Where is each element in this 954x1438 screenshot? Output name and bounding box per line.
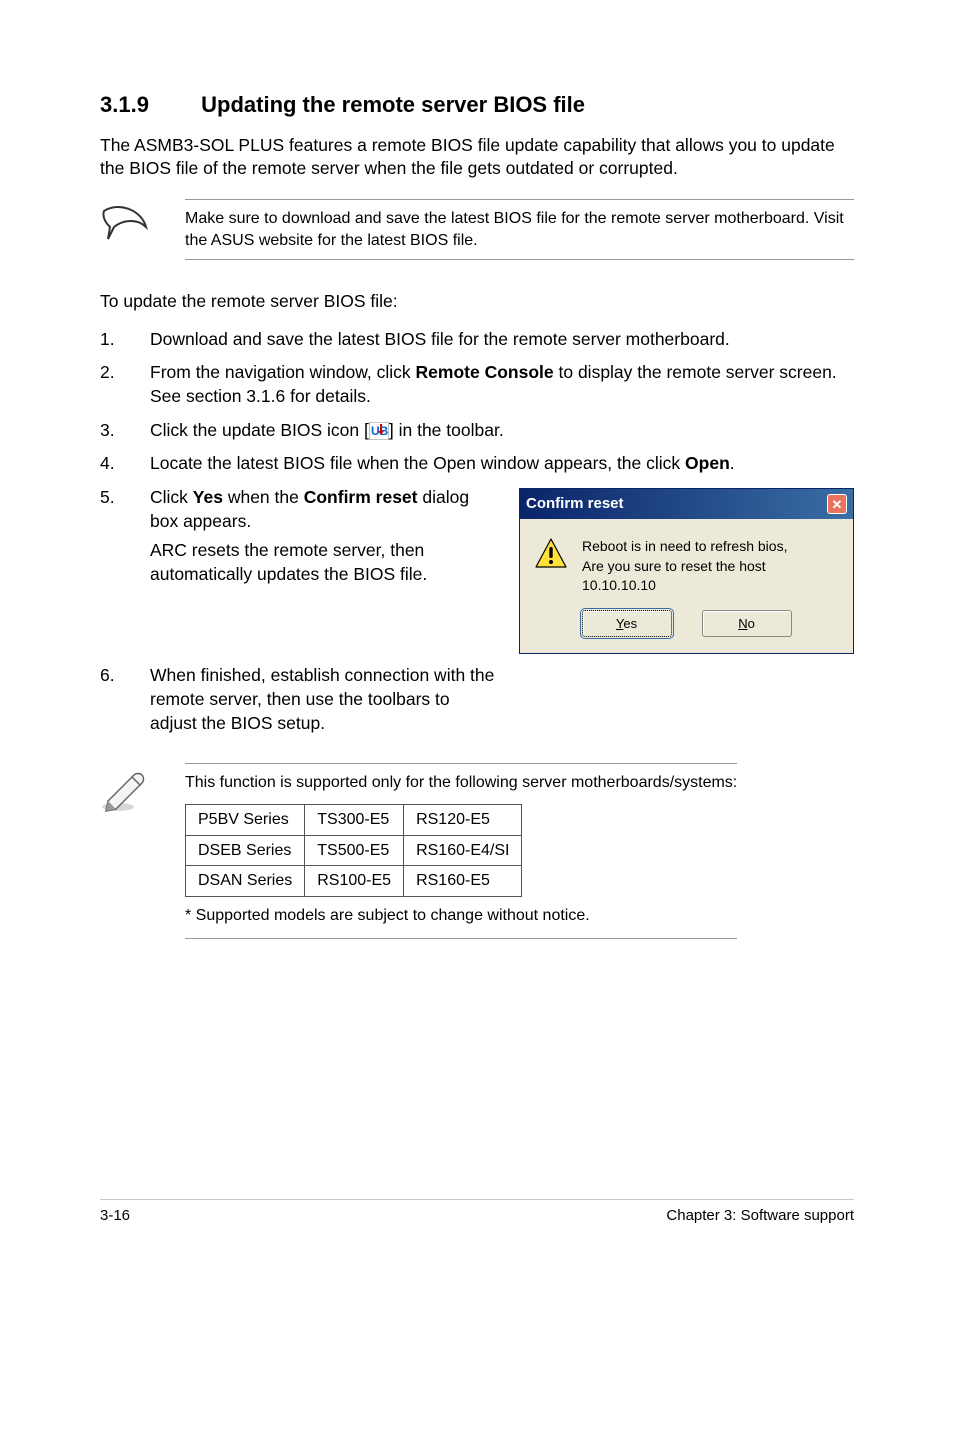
table-cell: TS300-E5	[305, 804, 404, 835]
section-number: 3.1.9	[100, 90, 195, 120]
support-intro: This function is supported only for the …	[185, 772, 737, 794]
step-3-text-b: ] in the toolbar.	[389, 420, 504, 440]
table-cell: DSAN Series	[186, 866, 305, 897]
step-5-text-b: when the	[223, 487, 304, 507]
steps-intro: To update the remote server BIOS file:	[100, 290, 854, 314]
dialog-msg-line3: 10.10.10.10	[582, 576, 787, 596]
step-4: Locate the latest BIOS file when the Ope…	[100, 452, 854, 476]
dialog-message: Reboot is in need to refresh bios, Are y…	[582, 537, 787, 596]
dialog-msg-line2: Are you sure to reset the host	[582, 557, 787, 577]
step-2-text-a: From the navigation window, click	[150, 362, 416, 382]
confirm-reset-dialog: Confirm reset ✕ Reboot is in need to ref…	[519, 488, 854, 655]
chapter-label: Chapter 3: Software support	[666, 1206, 854, 1226]
intro-paragraph: The ASMB3-SOL PLUS features a remote BIO…	[100, 134, 854, 181]
dialog-titlebar: Confirm reset ✕	[520, 489, 853, 519]
update-bios-icon: UB	[369, 422, 389, 440]
pencil-icon	[100, 769, 148, 813]
dialog-msg-line1: Reboot is in need to refresh bios,	[582, 537, 787, 557]
support-note-block: This function is supported only for the …	[100, 763, 854, 939]
no-button[interactable]: No	[702, 610, 792, 638]
yes-button[interactable]: Yes	[582, 610, 672, 638]
step-2: From the navigation window, click Remote…	[100, 361, 854, 408]
table-cell: P5BV Series	[186, 804, 305, 835]
dialog-title-text: Confirm reset	[526, 494, 624, 514]
step-2-bold: Remote Console	[416, 362, 554, 382]
table-cell: RS120-E5	[404, 804, 522, 835]
page-footer: 3-16 Chapter 3: Software support	[100, 1199, 854, 1226]
table-cell: RS100-E5	[305, 866, 404, 897]
step-6-text: When finished, establish connection with…	[150, 664, 499, 735]
step-5-bold-confirm: Confirm reset	[304, 487, 418, 507]
step-6: When finished, establish connection with…	[100, 664, 854, 735]
table-row: P5BV Series TS300-E5 RS120-E5	[186, 804, 522, 835]
step-5-text-a: Click	[150, 487, 193, 507]
step-3: Click the update BIOS icon [UB] in the t…	[100, 419, 854, 443]
step-4-text-b: .	[730, 453, 735, 473]
tip-icon	[100, 205, 150, 241]
page-number: 3-16	[100, 1206, 130, 1226]
table-cell: TS500-E5	[305, 835, 404, 866]
step-4-text-a: Locate the latest BIOS file when the Ope…	[150, 453, 685, 473]
step-3-text-a: Click the update BIOS icon [	[150, 420, 369, 440]
note-text: Make sure to download and save the lates…	[185, 199, 854, 260]
close-icon[interactable]: ✕	[827, 494, 847, 514]
warning-icon	[534, 537, 568, 571]
table-cell: RS160-E5	[404, 866, 522, 897]
table-cell: RS160-E4/SI	[404, 835, 522, 866]
table-cell: DSEB Series	[186, 835, 305, 866]
table-row: DSEB Series TS500-E5 RS160-E4/SI	[186, 835, 522, 866]
section-title: Updating the remote server BIOS file	[201, 92, 585, 117]
step-4-bold: Open	[685, 453, 730, 473]
step-1: Download and save the latest BIOS file f…	[100, 328, 854, 352]
table-footnote: * Supported models are subject to change…	[185, 905, 737, 927]
steps-list: Download and save the latest BIOS file f…	[100, 328, 854, 736]
step-5-bold-yes: Yes	[193, 487, 223, 507]
step-5-subpara: ARC resets the remote server, then autom…	[150, 539, 499, 586]
note-block: Make sure to download and save the lates…	[100, 199, 854, 260]
step-5: Click Yes when the Confirm reset dialog …	[100, 486, 854, 655]
support-table: P5BV Series TS300-E5 RS120-E5 DSEB Serie…	[185, 804, 522, 897]
table-row: DSAN Series RS100-E5 RS160-E5	[186, 866, 522, 897]
section-heading: 3.1.9 Updating the remote server BIOS fi…	[100, 90, 854, 120]
